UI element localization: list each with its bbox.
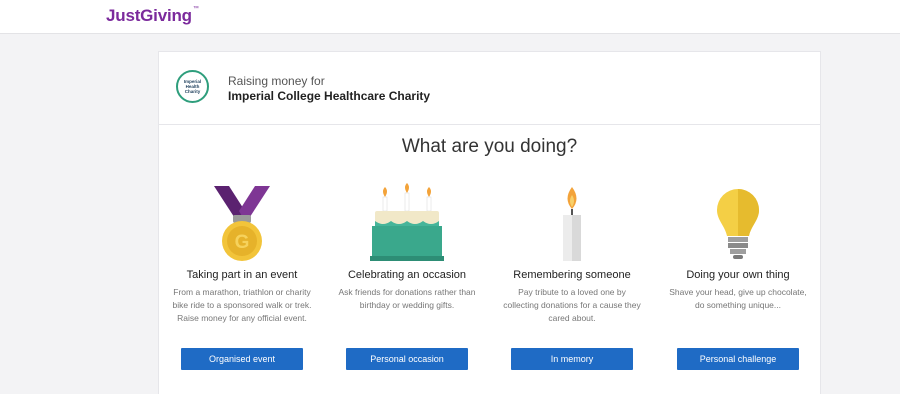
- birthday-cake-icon: [370, 183, 444, 261]
- svg-text:G: G: [235, 232, 250, 253]
- option-description: Ask friends for donations rather than bi…: [338, 287, 476, 310]
- organised-event-button[interactable]: Organised event: [181, 348, 303, 370]
- personal-occasion-button[interactable]: Personal occasion: [346, 348, 468, 370]
- top-bar: JustGiving™: [0, 0, 900, 34]
- option-description: From a marathon, triathlon or charity bi…: [172, 287, 312, 323]
- option-description: Shave your head, give up chocolate, do s…: [669, 287, 807, 310]
- charity-header: Imperial Health Charity Raising money fo…: [159, 52, 820, 125]
- raising-money-label: Raising money for: [228, 74, 325, 88]
- page-title: What are you doing?: [401, 136, 578, 157]
- personal-challenge-button[interactable]: Personal challenge: [677, 348, 799, 370]
- candle-icon: [563, 187, 581, 261]
- lightbulb-icon: [717, 189, 759, 259]
- justgiving-logo[interactable]: JustGiving™: [106, 6, 199, 26]
- option-title: Doing your own thing: [686, 269, 790, 281]
- option-description: Pay tribute to a loved one by collecting…: [503, 287, 641, 323]
- charity-name: Imperial College Healthcare Charity: [228, 89, 431, 103]
- option-title: Remembering someone: [513, 269, 631, 281]
- in-memory-button[interactable]: In memory: [511, 348, 633, 370]
- fundraising-card: Imperial Health Charity Raising money fo…: [158, 51, 821, 394]
- option-title: Celebrating an occasion: [347, 269, 467, 281]
- charity-logo: Imperial Health Charity: [176, 70, 209, 103]
- medal-icon: G: [214, 186, 270, 261]
- option-title: Taking part in an event: [186, 269, 298, 281]
